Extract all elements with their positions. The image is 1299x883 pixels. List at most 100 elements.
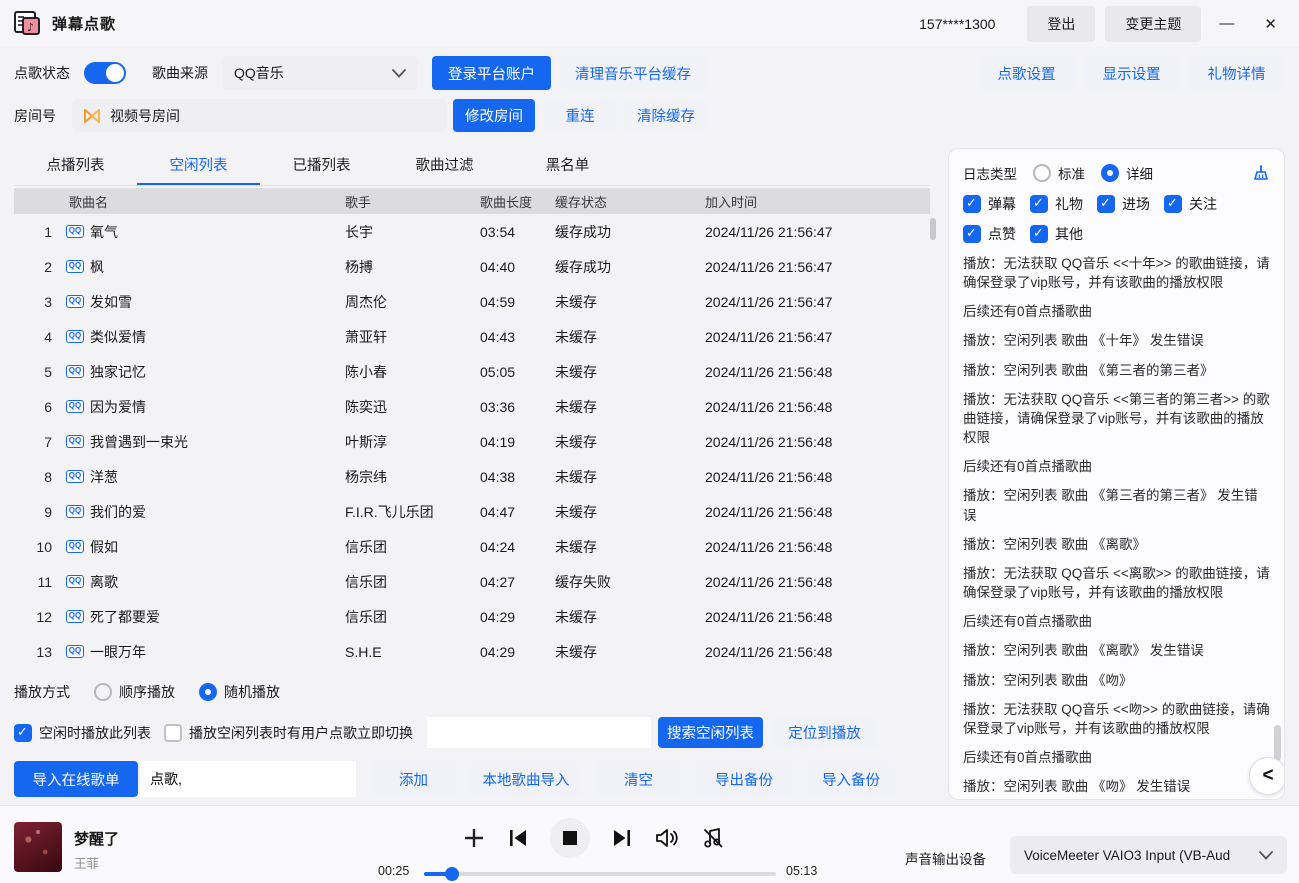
add-song-input[interactable]	[140, 761, 356, 797]
qq-source-icon: QQ	[66, 435, 84, 448]
next-track-icon[interactable]	[611, 827, 633, 849]
login-platform-button[interactable]: 登录平台账户	[432, 56, 551, 90]
table-row[interactable]: 11QQ离歌信乐团04:27缓存失败2024/11/26 21:56:48	[14, 564, 930, 599]
tab-item[interactable]: 已播列表	[260, 148, 383, 185]
row-index: 3	[14, 294, 55, 310]
qq-source-icon: QQ	[66, 295, 84, 308]
clear-list-button[interactable]: 清空	[596, 761, 681, 797]
artist-cell: 杨搏	[345, 257, 480, 277]
cache-status-cell: 未缓存	[555, 292, 705, 312]
import-row: 导入在线歌单 添加 本地歌曲导入 清空 导出备份 导入备份	[14, 761, 930, 797]
radio-sequential[interactable]	[94, 683, 112, 701]
table-row[interactable]: 1QQ氧气长宇03:54缓存成功2024/11/26 21:56:47	[14, 214, 930, 249]
add-button[interactable]: 添加	[371, 761, 456, 797]
log-filter-checkbox[interactable]	[1164, 195, 1182, 213]
tab-item[interactable]: 歌曲过滤	[383, 148, 506, 185]
switch-on-request-checkbox[interactable]	[164, 724, 182, 742]
radio-log-standard[interactable]	[1033, 164, 1051, 182]
clear-cache-button[interactable]: 清除缓存	[625, 99, 707, 132]
add-to-queue-icon[interactable]	[462, 826, 486, 850]
tab-item[interactable]: 黑名单	[506, 148, 629, 185]
log-filter-checkbox[interactable]	[1030, 225, 1048, 243]
source-select[interactable]: QQ音乐	[222, 56, 418, 90]
log-entry: 后续还有0首点播歌曲	[963, 748, 1270, 767]
display-settings-button[interactable]: 显示设置	[1083, 56, 1180, 90]
log-filter-checkbox[interactable]	[963, 195, 981, 213]
clear-log-broom-icon[interactable]	[1252, 164, 1270, 182]
stop-button[interactable]	[550, 818, 590, 858]
artist-cell: S.H.E	[345, 644, 480, 660]
progress-slider[interactable]	[424, 872, 776, 876]
minimize-icon[interactable]: —	[1207, 9, 1246, 38]
import-online-playlist-button[interactable]: 导入在线歌单	[14, 761, 138, 797]
song-name: 假如	[90, 537, 118, 557]
log-entry: 播放：空闲列表 歌曲 《吻》 发生错误	[963, 777, 1270, 796]
idle-play-checkbox[interactable]	[14, 724, 32, 742]
artist-cell: 叶斯淳	[345, 432, 480, 452]
qq-source-icon: QQ	[66, 330, 84, 343]
song-status-toggle[interactable]	[84, 62, 126, 84]
qq-source-icon: QQ	[66, 645, 84, 658]
log-filter-checkbox[interactable]	[1030, 195, 1048, 213]
radio-random[interactable]	[199, 683, 217, 701]
table-row[interactable]: 6QQ因为爱情陈奕迅03:36未缓存2024/11/26 21:56:48	[14, 389, 930, 424]
change-theme-button[interactable]: 变更主题	[1105, 6, 1201, 42]
export-backup-button[interactable]: 导出备份	[695, 761, 793, 797]
table-row[interactable]: 13QQ一眼万年S.H.E04:29未缓存2024/11/26 21:56:48	[14, 634, 930, 669]
table-row[interactable]: 8QQ洋葱杨宗纬04:38未缓存2024/11/26 21:56:48	[14, 459, 930, 494]
gift-details-button[interactable]: 礼物详情	[1188, 56, 1285, 90]
row-index: 10	[14, 539, 55, 555]
song-name-cell: QQ离歌	[55, 572, 345, 592]
artist-cell: 陈奕迅	[345, 397, 480, 417]
room-input[interactable]: 视频号房间	[72, 99, 447, 132]
table-row[interactable]: 4QQ类似爱情萧亚轩04:43未缓存2024/11/26 21:56:47	[14, 319, 930, 354]
previous-track-icon[interactable]	[507, 827, 529, 849]
tab-item[interactable]: 空闲列表	[137, 148, 260, 185]
radio-log-detailed[interactable]	[1101, 164, 1119, 182]
log-filter-checkbox[interactable]	[963, 225, 981, 243]
player-controls	[462, 818, 725, 858]
tab-item[interactable]: 点播列表	[14, 148, 137, 185]
table-row[interactable]: 12QQ死了都要爱信乐团04:29未缓存2024/11/26 21:56:48	[14, 599, 930, 634]
log-scrollbar[interactable]	[1274, 725, 1281, 761]
row-index: 1	[14, 224, 55, 240]
table-row[interactable]: 9QQ我们的爱F.I.R.飞儿乐团04:47未缓存2024/11/26 21:5…	[14, 494, 930, 529]
modify-room-button[interactable]: 修改房间	[453, 99, 535, 132]
length-cell: 04:47	[480, 504, 555, 520]
join-time-cell: 2024/11/26 21:56:48	[705, 609, 930, 625]
table-row[interactable]: 3QQ发如雪周杰伦04:59未缓存2024/11/26 21:56:47	[14, 284, 930, 319]
chevron-down-icon	[392, 69, 406, 78]
row-index: 2	[14, 259, 55, 275]
music-note-off-icon[interactable]	[701, 826, 725, 850]
reconnect-button[interactable]: 重连	[543, 99, 617, 132]
output-device-select[interactable]: VoiceMeeter VAIO3 Input (VB-Aud	[1010, 836, 1287, 874]
local-import-button[interactable]: 本地歌曲导入	[470, 761, 582, 797]
table-row[interactable]: 2QQ枫杨搏04:40缓存成功2024/11/26 21:56:47	[14, 249, 930, 284]
song-settings-button[interactable]: 点歌设置	[978, 56, 1075, 90]
idle-search-input[interactable]	[427, 717, 651, 748]
col-length: 歌曲长度	[480, 192, 555, 211]
logout-button[interactable]: 登出	[1027, 6, 1095, 42]
collapse-panel-button[interactable]: <	[1249, 757, 1285, 795]
song-name: 氧气	[90, 222, 118, 242]
import-backup-button[interactable]: 导入备份	[807, 761, 895, 797]
clear-music-cache-button[interactable]: 清理音乐平台缓存	[559, 56, 707, 90]
log-entry: 播放：空闲列表 歌曲 《十年》 发生错误	[963, 331, 1270, 350]
song-name-cell: QQ独家记忆	[55, 362, 345, 382]
chevron-down-icon	[1259, 851, 1273, 860]
progress-thumb[interactable]	[445, 867, 459, 881]
row-index: 9	[14, 504, 55, 520]
table-row[interactable]: 7QQ我曾遇到一束光叶斯淳04:19未缓存2024/11/26 21:56:48	[14, 424, 930, 459]
search-idle-list-button[interactable]: 搜索空闲列表	[658, 717, 763, 748]
table-row[interactable]: 5QQ独家记忆陈小春05:05未缓存2024/11/26 21:56:48	[14, 354, 930, 389]
table-scrollbar[interactable]	[930, 218, 936, 240]
song-name: 我曾遇到一束光	[90, 432, 188, 452]
join-time-cell: 2024/11/26 21:56:47	[705, 224, 930, 240]
log-filter-checkbox[interactable]	[1097, 195, 1115, 213]
table-row[interactable]: 10QQ假如信乐团04:24未缓存2024/11/26 21:56:48	[14, 529, 930, 564]
volume-icon[interactable]	[654, 826, 680, 850]
qq-source-icon: QQ	[66, 505, 84, 518]
locate-playing-button[interactable]: 定位到播放	[771, 717, 878, 748]
close-icon[interactable]: ✕	[1252, 9, 1289, 39]
row-index: 8	[14, 469, 55, 485]
